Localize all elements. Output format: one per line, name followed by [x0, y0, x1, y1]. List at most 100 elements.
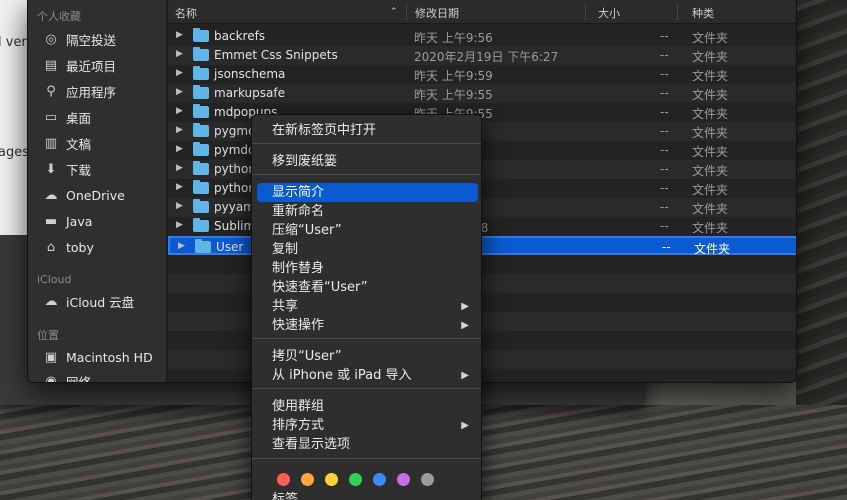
- file-kind: 文件夹: [692, 202, 729, 216]
- menu-item-label: 拷贝“User”: [272, 349, 342, 364]
- disclosure-triangle-icon[interactable]: ▶: [176, 125, 183, 135]
- file-row[interactable]: ▶ markupsafe 昨天 上午9:55 -- 文件夹: [168, 84, 796, 103]
- file-name: pyyam: [214, 200, 255, 214]
- disclosure-triangle-icon[interactable]: ▶: [176, 220, 183, 230]
- menu-item-label: 复制: [272, 242, 299, 257]
- file-size: --: [660, 105, 669, 119]
- folder-icon: [193, 28, 209, 42]
- sidebar-item-label: 文稿: [66, 136, 92, 152]
- tag-green[interactable]: [349, 473, 362, 486]
- submenu-arrow-icon: ▶: [461, 301, 469, 312]
- menu-item[interactable]: 重新命名: [257, 202, 478, 221]
- folder-icon: [193, 104, 209, 118]
- menu-item-label: 移到废纸篓: [272, 154, 338, 169]
- folder-icon: [193, 218, 209, 232]
- file-name: Sublim: [214, 219, 256, 233]
- wallpaper-detail: [796, 0, 847, 410]
- column-divider[interactable]: [406, 4, 407, 20]
- file-size: --: [660, 48, 669, 62]
- menu-item[interactable]: 移到废纸篓: [257, 152, 478, 171]
- file-kind: 文件夹: [692, 50, 729, 64]
- file-kind: 文件夹: [692, 69, 729, 83]
- menu-item[interactable]: 使用群组: [257, 397, 478, 416]
- disclosure-triangle-icon[interactable]: ▶: [176, 106, 183, 116]
- sort-ascending-icon[interactable]: ⌃: [390, 7, 398, 17]
- column-header-kind[interactable]: 种类: [692, 5, 714, 21]
- sidebar-item-toby[interactable]: ⌂ toby: [42, 236, 162, 258]
- sidebar-item-airdrop[interactable]: ◎ 隔空投送: [42, 28, 162, 50]
- menu-separator: [252, 458, 481, 459]
- disclosure-triangle-icon[interactable]: ▶: [176, 182, 183, 192]
- disclosure-triangle-icon[interactable]: ▶: [176, 68, 183, 78]
- menu-separator: [252, 338, 481, 339]
- disclosure-triangle-icon[interactable]: ▶: [176, 87, 183, 97]
- folder-icon: [193, 180, 209, 194]
- file-row[interactable]: ▶ Emmet Css Snippets 2020年2月19日 下午6:27 -- 文件…: [168, 46, 796, 65]
- menu-item-label: 从 iPhone 或 iPad 导入: [272, 368, 412, 383]
- disclosure-triangle-icon[interactable]: ▶: [176, 201, 183, 211]
- menu-item[interactable]: 快速查看“User”: [257, 278, 478, 297]
- sidebar-item-network[interactable]: ◉ 网络: [42, 370, 162, 383]
- menu-item[interactable]: 共享 ▶: [257, 297, 478, 316]
- tag-blue[interactable]: [373, 473, 386, 486]
- sidebar-item-documents[interactable]: ▥ 文稿: [42, 132, 162, 154]
- column-divider[interactable]: [585, 4, 586, 20]
- file-size: --: [660, 124, 669, 138]
- tag-red[interactable]: [277, 473, 290, 486]
- file-row[interactable]: ▶ backrefs 昨天 上午9:56 -- 文件夹: [168, 27, 796, 46]
- menu-item[interactable]: 制作替身: [257, 259, 478, 278]
- sidebar-item-java[interactable]: ▬ Java: [42, 210, 162, 232]
- folder-icon: [193, 142, 209, 156]
- menu-separator: [252, 174, 481, 175]
- sidebar-item-onedrive[interactable]: ☁ OneDrive: [42, 184, 162, 206]
- sidebar-item-applications[interactable]: ⚲ 应用程序: [42, 80, 162, 102]
- disclosure-triangle-icon[interactable]: ▶: [176, 144, 183, 154]
- sidebar-item-desktop[interactable]: ▭ 桌面: [42, 106, 162, 128]
- sidebar-item-icloud-drive[interactable]: ☁ iCloud 云盘: [42, 290, 162, 312]
- tag-orange[interactable]: [301, 473, 314, 486]
- menu-item-label: 共享: [272, 299, 299, 314]
- menu-item-label: 标签...: [272, 492, 311, 500]
- submenu-arrow-icon: ▶: [461, 320, 469, 331]
- menu-item-label: 排序方式: [272, 418, 325, 433]
- submenu-arrow-icon: ▶: [461, 370, 469, 381]
- sidebar-item-recents[interactable]: ▤ 最近项目: [42, 54, 162, 76]
- file-row[interactable]: ▶ jsonschema 昨天 上午9:59 -- 文件夹: [168, 65, 796, 84]
- column-header-size[interactable]: 大小: [598, 5, 620, 21]
- sidebar-item-downloads[interactable]: ⬇ 下载: [42, 158, 162, 180]
- cloud-icon: ☁: [44, 187, 58, 203]
- menu-item[interactable]: 显示简介: [257, 183, 478, 202]
- tag-yellow[interactable]: [325, 473, 338, 486]
- background-text: ages: [0, 145, 29, 160]
- menu-item[interactable]: 从 iPhone 或 iPad 导入 ▶: [257, 366, 478, 385]
- file-name: pymdo: [214, 143, 256, 157]
- sidebar-item-macintosh-hd[interactable]: ▣ Macintosh HD: [42, 346, 162, 368]
- menu-item[interactable]: 排序方式 ▶: [257, 416, 478, 435]
- menu-item[interactable]: 复制: [257, 240, 478, 259]
- folder-icon: [193, 66, 209, 80]
- menu-item[interactable]: 快速操作 ▶: [257, 316, 478, 335]
- menu-item-label: 压缩“User”: [272, 223, 342, 238]
- airdrop-icon: ◎: [45, 31, 57, 47]
- tag-gray[interactable]: [421, 473, 434, 486]
- menu-item[interactable]: 查看显示选项: [257, 435, 478, 454]
- desktop-icon: ▭: [44, 109, 58, 125]
- menu-item-label: 使用群组: [272, 399, 325, 414]
- menu-item[interactable]: 拷贝“User”: [257, 347, 478, 366]
- disclosure-triangle-icon[interactable]: ▶: [176, 30, 183, 40]
- menu-item[interactable]: 压缩“User”: [257, 221, 478, 240]
- sidebar: 个人收藏 ◎ 隔空投送 ▤ 最近项目 ⚲ 应用程序 ▭ 桌面 ▥ 文稿 ⬇ 下载…: [28, 0, 167, 383]
- disclosure-triangle-icon[interactable]: ▶: [176, 49, 183, 59]
- folder-icon: [193, 123, 209, 137]
- tag-purple[interactable]: [397, 473, 410, 486]
- background-document: l ver ages: [0, 0, 30, 235]
- column-divider[interactable]: [677, 4, 678, 20]
- disclosure-triangle-icon[interactable]: ▶: [176, 163, 183, 173]
- column-header-name[interactable]: 名称: [175, 5, 197, 21]
- menu-item[interactable]: 在新标签页中打开: [257, 121, 478, 140]
- column-header-date[interactable]: 修改日期: [415, 5, 459, 21]
- file-name: Emmet Css Snippets: [214, 48, 338, 62]
- menu-item-label: 快速操作: [272, 318, 325, 333]
- menu-item[interactable]: 标签...: [257, 490, 478, 500]
- disclosure-triangle-icon[interactable]: ▶: [178, 241, 185, 251]
